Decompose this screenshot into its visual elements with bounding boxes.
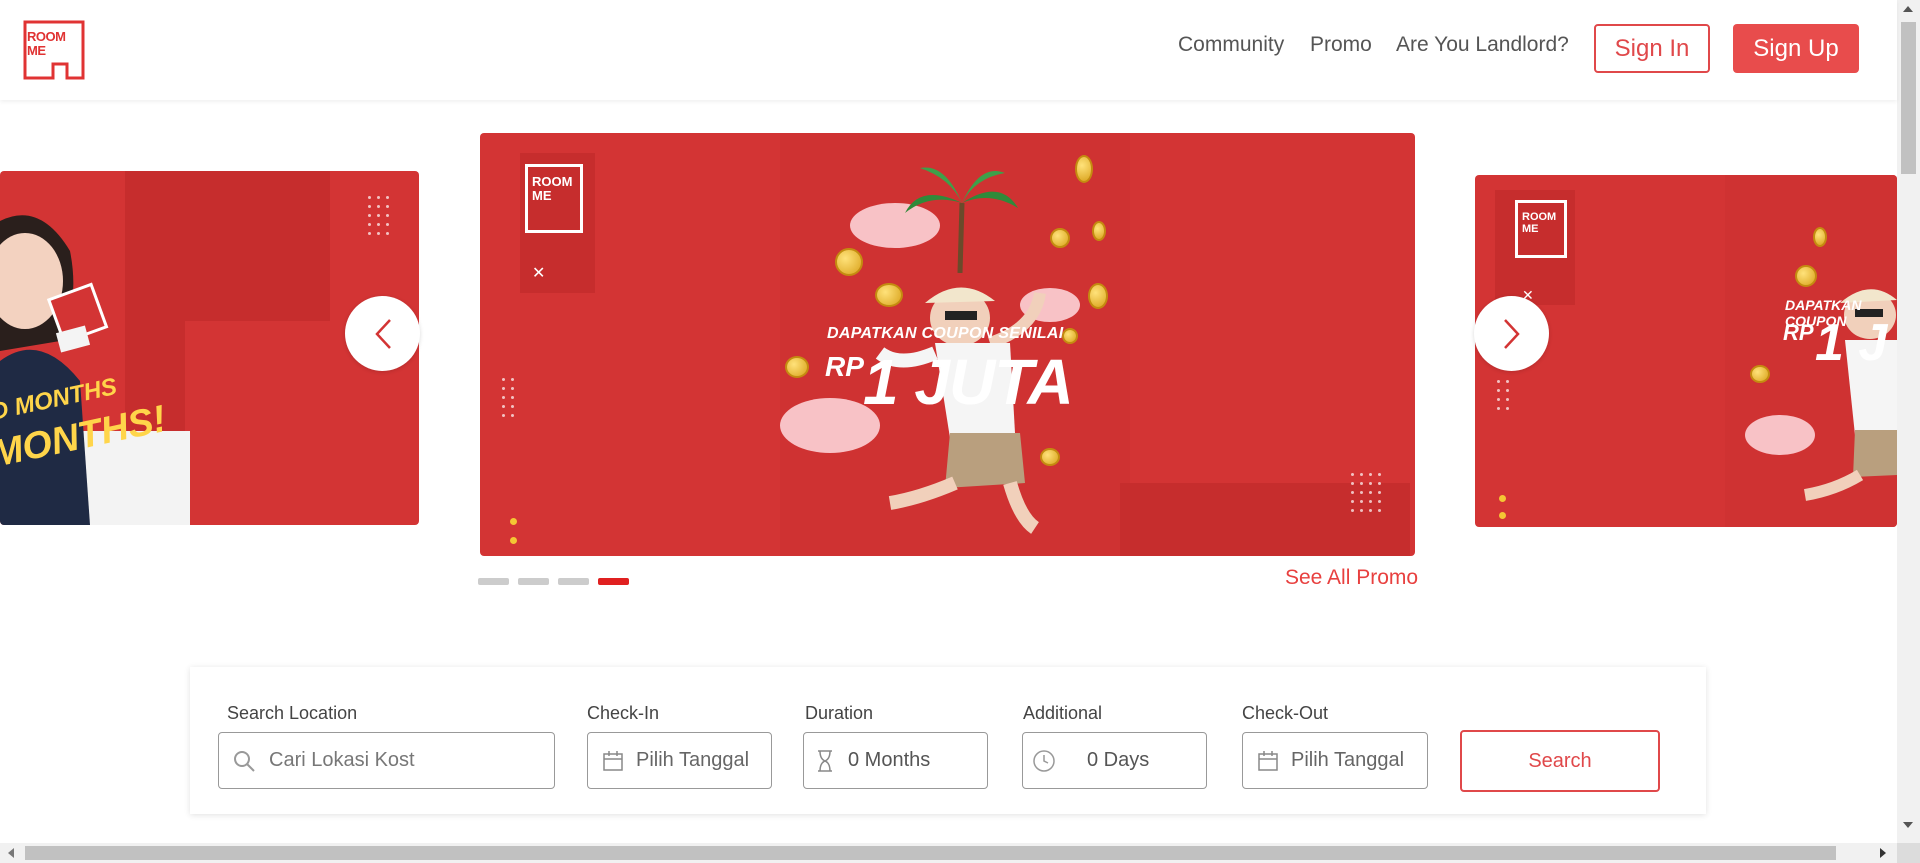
woman-illustration: [0, 215, 190, 525]
search-icon: [231, 748, 257, 774]
duration-label: Duration: [805, 703, 874, 723]
scroll-right-arrow-icon[interactable]: [1880, 848, 1886, 858]
nav-are-you-landlord[interactable]: Are You Landlord?: [1396, 33, 1569, 57]
checkin-label: Check-In: [587, 703, 660, 723]
coin-icon: [1813, 227, 1827, 247]
scrollbar-corner: [1897, 843, 1920, 863]
decorative-dots: [502, 378, 514, 417]
checkin-date-field[interactable]: Pilih Tanggal: [587, 732, 772, 789]
slide-roomme-logo: ROOM ME: [525, 164, 583, 233]
additional-days-field[interactable]: 0 Days: [1022, 732, 1207, 789]
sign-up-button[interactable]: Sign Up: [1733, 24, 1859, 73]
jumping-man-illustration: [1803, 289, 1897, 501]
duration-field[interactable]: 0 Months: [803, 732, 988, 789]
carousel-indicator-3[interactable]: [558, 578, 589, 585]
coin-icon: [1750, 365, 1770, 383]
checkin-value: Pilih Tanggal: [636, 749, 750, 771]
slide-roomme-logo: ROOM ME: [1515, 200, 1567, 258]
decorative-dots: [368, 196, 389, 235]
carousel-indicator-4[interactable]: [598, 578, 629, 585]
horizontal-scrollbar-thumb[interactable]: [25, 846, 1836, 860]
scroll-up-arrow-icon[interactable]: [1903, 6, 1913, 12]
hourglass-icon: [812, 748, 838, 774]
slide-logo-line2: ME: [532, 188, 552, 203]
search-panel: Search Location Cari Lokasi Kost Check-I…: [190, 667, 1706, 814]
carousel-prev-button[interactable]: [345, 296, 420, 371]
promo-headline-big: 1 JUTA: [863, 346, 1074, 418]
chevron-left-icon: [374, 318, 391, 349]
promo-currency: RP: [1783, 320, 1814, 345]
slide-logo-line1: ROOM: [1522, 211, 1557, 223]
decorative-yellow-dot: [1499, 512, 1506, 519]
sign-in-button[interactable]: Sign In: [1594, 24, 1710, 73]
calendar-icon: [600, 748, 626, 774]
coin-icon: [1075, 155, 1093, 183]
scroll-left-arrow-icon[interactable]: [8, 848, 14, 858]
carousel-indicator-1[interactable]: [478, 578, 509, 585]
vertical-scrollbar-thumb[interactable]: [1901, 22, 1916, 174]
scroll-down-arrow-icon[interactable]: [1903, 822, 1913, 828]
slide-logo-line1: ROOM: [532, 174, 573, 189]
checkout-label: Check-Out: [1242, 703, 1329, 723]
logo-text-line1: ROOM: [27, 29, 66, 44]
logo-text-line2: ME: [27, 43, 46, 58]
search-location-label: Search Location: [227, 703, 358, 723]
carousel-indicators: [478, 578, 629, 585]
search-button[interactable]: Search: [1460, 730, 1660, 792]
carousel-next-button[interactable]: [1474, 296, 1549, 371]
promo-headline-small: DAPATKAN COUPON SENILAI: [827, 325, 1064, 342]
additional-label: Additional: [1023, 703, 1103, 723]
promo-currency: RP: [825, 351, 864, 382]
checkout-value: Pilih Tanggal: [1291, 749, 1405, 771]
carousel-slide-active[interactable]: ROOM ME ✕ DAPATKAN COUPON SENILAI RP 1 J…: [480, 133, 1415, 556]
slide-logo-line2: ME: [1522, 223, 1539, 235]
decorative-dots: [1351, 473, 1381, 512]
horizontal-scrollbar[interactable]: [0, 843, 1897, 863]
search-location-input[interactable]: Cari Lokasi Kost: [218, 732, 555, 789]
additional-value: 0 Days: [1087, 749, 1150, 771]
clock-icon: [1031, 748, 1057, 774]
decorative-yellow-dot: [510, 537, 517, 544]
calendar-icon: [1255, 748, 1281, 774]
vertical-scrollbar[interactable]: [1897, 0, 1920, 843]
nav-community[interactable]: Community: [1178, 33, 1284, 57]
decorative-yellow-dot: [510, 518, 517, 525]
see-all-promo-link[interactable]: See All Promo: [1285, 566, 1418, 590]
chevron-right-icon: [1503, 318, 1520, 349]
top-navbar: ROOM ME Community Promo Are You Landlord…: [0, 0, 1897, 100]
carousel-indicator-2[interactable]: [518, 578, 549, 585]
decorative-yellow-dot: [1499, 495, 1506, 502]
roomme-logo[interactable]: ROOM ME: [23, 20, 85, 80]
search-location-placeholder: Cari Lokasi Kost: [269, 749, 415, 771]
checkout-date-field[interactable]: Pilih Tanggal: [1242, 732, 1428, 789]
logo-text: ROOM ME: [27, 29, 66, 58]
nav-promo[interactable]: Promo: [1310, 33, 1372, 57]
decorative-dots: [1497, 380, 1509, 410]
coin-icon: [785, 356, 809, 378]
duration-value: 0 Months: [848, 749, 931, 771]
promo-headline-big: 1 J: [1815, 314, 1888, 372]
close-x-icon: ✕: [532, 265, 546, 282]
